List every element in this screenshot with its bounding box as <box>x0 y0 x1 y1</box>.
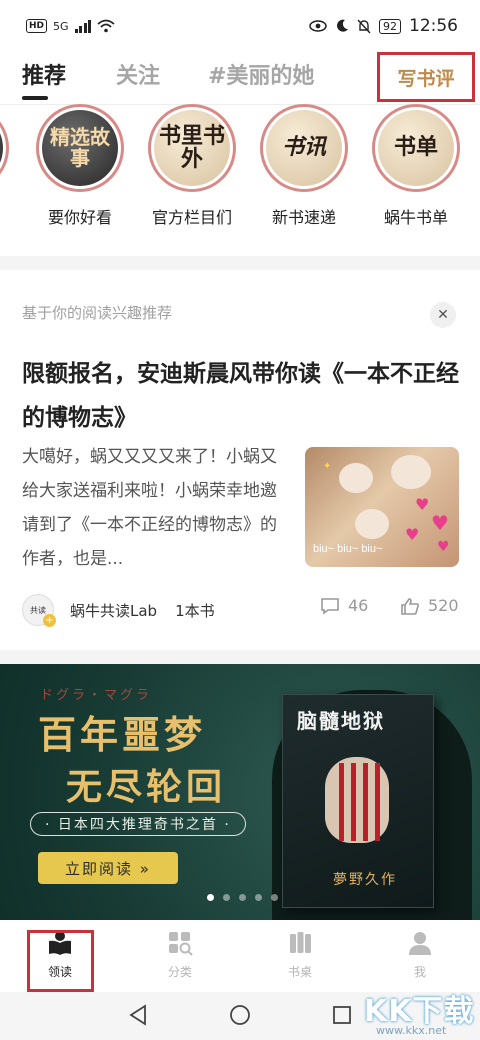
tab-follow[interactable]: 关注 <box>116 58 160 90</box>
carousel-dot[interactable] <box>254 894 262 901</box>
nav-label: 分类 <box>167 965 192 979</box>
active-nav-highlight <box>27 930 94 992</box>
close-icon[interactable]: ✕ <box>430 302 456 328</box>
column-cover: 精选故事 <box>36 104 124 192</box>
promo-banner[interactable]: ドグラ・マグラ 百年噩梦 无尽轮回 · 日本四大推理奇书之首 · 立即阅读 » … <box>0 664 480 920</box>
carousel-dot[interactable] <box>270 894 278 901</box>
comment-stat[interactable]: 46 <box>320 596 368 615</box>
status-bar: HD 5G 92 12:56 <box>0 0 480 52</box>
column-shortcut[interactable]: 书里书外 官方栏目们 <box>137 104 247 228</box>
carousel-dot[interactable] <box>238 894 246 901</box>
category-grid-icon <box>169 932 193 956</box>
book-cover-face <box>325 757 389 843</box>
back-icon[interactable] <box>128 1004 148 1026</box>
book-cover-author: 夢野久作 <box>333 872 397 888</box>
signal-icon <box>74 19 92 33</box>
book-count: 1本书 <box>175 601 215 620</box>
like-count: 520 <box>428 596 459 615</box>
column-cover-art: 书里书外 <box>154 110 230 186</box>
banner-tagline: · 日本四大推理奇书之首 · <box>30 812 246 836</box>
write-review-button[interactable]: 写书评 <box>377 52 475 102</box>
active-tab-indicator <box>22 96 48 100</box>
moon-icon <box>337 19 348 32</box>
banner-headline-1: 百年噩梦 <box>38 712 207 757</box>
column-label: 新书速递 <box>271 208 336 227</box>
home-icon[interactable] <box>229 1004 251 1026</box>
bookshelf-icon <box>290 932 311 953</box>
recents-icon[interactable] <box>332 1004 352 1026</box>
column-shortcut[interactable]: 精选故事 要你好看 <box>25 104 135 228</box>
clock: 12:56 <box>409 16 458 36</box>
recommendation-hint: 基于你的阅读兴趣推荐 <box>22 304 173 322</box>
carousel-dot[interactable] <box>206 894 214 901</box>
thumbnail-caption: biu~ biu~ biu~ <box>313 543 383 555</box>
carousel-dot[interactable] <box>222 894 230 901</box>
column-shortcut[interactable]: 书讯 新书速递 <box>249 104 359 228</box>
column-shortcut[interactable]: 书单 蜗牛书单 <box>361 104 471 228</box>
tab-topic-beautiful-her[interactable]: #美丽的她 <box>208 58 314 90</box>
comment-count: 46 <box>348 596 369 615</box>
section-gap <box>0 650 480 664</box>
column-cover-art: 精选故事 <box>42 110 118 186</box>
book-cover-title: 脑髓地狱 <box>297 709 385 733</box>
banner-headline-2: 无尽轮回 <box>66 766 227 808</box>
book-cover[interactable]: 脑髓地狱 夢野久作 <box>282 694 434 908</box>
tab-recommend[interactable]: 推荐 <box>22 58 66 90</box>
column-cover: 书单 <box>372 104 460 192</box>
thumbs-up-icon <box>401 597 419 615</box>
column-cover-art: 书讯 <box>266 110 342 186</box>
author-avatar[interactable]: 共读 + <box>22 594 56 627</box>
mute-bell-icon <box>357 19 371 33</box>
site-watermark-url: www.kkx.net <box>376 1024 447 1037</box>
nav-item-me[interactable]: 我 <box>380 930 460 980</box>
column-shortcut-partial[interactable] <box>0 104 20 192</box>
column-label: 蜗牛书单 <box>383 208 448 227</box>
battery-indicator: 92 <box>379 18 401 34</box>
eye-icon <box>309 20 327 32</box>
post-excerpt: 大噶好，蜗又又又又来了！小蜗又给大家送福利来啦！小蜗荣幸地邀请到了《一本不正经的… <box>22 447 277 569</box>
nav-item-desk[interactable]: 书桌 <box>260 930 340 980</box>
nav-item-category[interactable]: 分类 <box>140 930 220 980</box>
section-gap <box>0 256 480 270</box>
nav-label: 书桌 <box>287 965 312 979</box>
user-icon <box>409 932 431 955</box>
write-review-label: 写书评 <box>397 67 455 90</box>
banner-japanese-title: ドグラ・マグラ <box>40 688 153 703</box>
read-now-button[interactable]: 立即阅读 » <box>38 852 178 884</box>
like-stat[interactable]: 520 <box>400 596 459 615</box>
carousel-indicator <box>0 894 480 901</box>
top-tab-bar: 推荐 关注 #美丽的她 写书评 <box>0 52 480 105</box>
nav-label: 我 <box>413 965 426 979</box>
wifi-icon <box>97 19 115 33</box>
author-row: 共读 + 蜗牛共读Lab 1本书 46 520 <box>22 592 462 628</box>
author-name[interactable]: 蜗牛共读Lab <box>70 600 157 621</box>
hd-badge: HD <box>26 19 48 33</box>
follow-plus-icon[interactable]: + <box>43 614 56 627</box>
column-label: 官方栏目们 <box>151 208 232 227</box>
post-title[interactable]: 限额报名，安迪斯晨风带你读《一本不正经的博物志》 <box>22 352 462 440</box>
comment-icon <box>321 597 339 615</box>
column-shortcuts: 精选故事 要你好看 书里书外 官方栏目们 书讯 新书速递 书单 蜗牛书单 <box>0 104 480 254</box>
network-type: 5G <box>53 19 69 33</box>
post-thumbnail[interactable]: ♥ ♥ ♥ ♥ ✦ biu~ biu~ biu~ <box>305 447 459 567</box>
column-label: 要你好看 <box>47 208 112 227</box>
column-cover: 书讯 <box>260 104 348 192</box>
column-cover-art: 书单 <box>378 110 454 186</box>
column-cover: 书里书外 <box>148 104 236 192</box>
